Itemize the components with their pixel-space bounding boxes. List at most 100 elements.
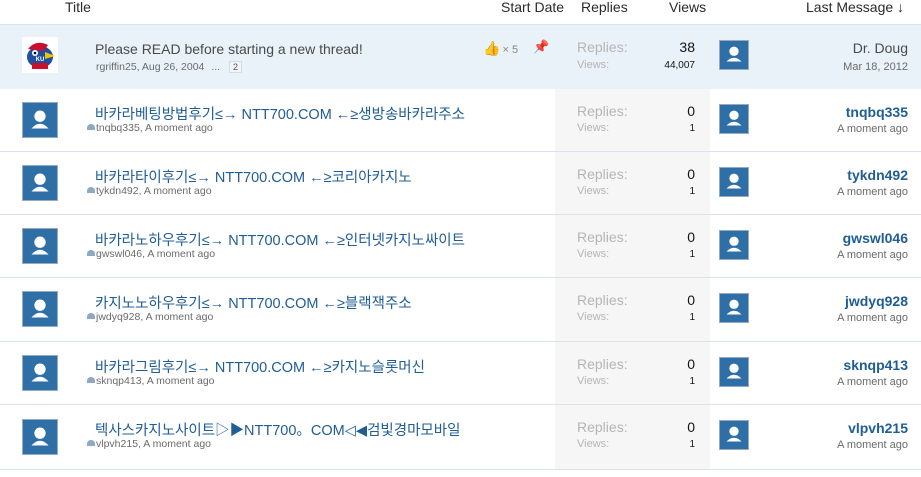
thumbs-up-icon: 👍 bbox=[483, 40, 501, 56]
thread-title-link[interactable]: 텍사스카지노사이트▷▶NTT700。COM◁◀검빛경마모바일 bbox=[95, 419, 460, 440]
views-label: Views: bbox=[577, 248, 610, 260]
likes-counter: 👍 × 5 bbox=[483, 40, 518, 57]
views-count: 1 bbox=[689, 376, 695, 387]
last-post-time[interactable]: A moment ago bbox=[837, 376, 908, 388]
views-count: 1 bbox=[689, 249, 695, 260]
default-avatar-icon bbox=[726, 46, 742, 62]
column-views[interactable]: Views bbox=[669, 0, 706, 16]
views-label: Views: bbox=[577, 438, 610, 450]
thread-meta[interactable]: vlpvh215, A moment ago bbox=[96, 438, 211, 450]
unread-indicator-icon bbox=[87, 440, 95, 446]
stats-column bbox=[555, 278, 710, 341]
default-avatar-icon bbox=[726, 299, 742, 315]
views-label: Views: bbox=[577, 311, 610, 323]
page-link[interactable]: 2 bbox=[229, 61, 243, 73]
thread-list-header: Title Start Date Replies Views Last Mess… bbox=[0, 0, 921, 24]
column-start-date[interactable]: Start Date bbox=[501, 0, 564, 16]
replies-count: 0 bbox=[687, 419, 695, 435]
last-poster-avatar[interactable] bbox=[719, 293, 749, 323]
last-post-time[interactable]: A moment ago bbox=[837, 249, 908, 261]
thread-meta[interactable]: sknqp413, A moment ago bbox=[96, 375, 215, 387]
thread-meta[interactable]: tnqbq335, A moment ago bbox=[96, 122, 213, 134]
last-poster-avatar[interactable] bbox=[719, 357, 749, 387]
last-poster-avatar[interactable] bbox=[719, 104, 749, 134]
replies-label: Replies: bbox=[577, 39, 628, 55]
thread-meta[interactable]: tykdn492, A moment ago bbox=[96, 185, 212, 197]
replies-count: 38 bbox=[679, 39, 695, 55]
thread-meta[interactable]: gwswl046, A moment ago bbox=[96, 248, 215, 260]
unread-indicator-icon bbox=[87, 250, 95, 256]
author-avatar[interactable] bbox=[22, 291, 58, 327]
thread-title-link[interactable]: 바카라베팅방법후기≤→ NTT700.COM ←≥생방송바카라주소 bbox=[95, 103, 465, 124]
likes-prefix: × bbox=[502, 44, 509, 56]
default-avatar-icon bbox=[31, 173, 49, 192]
last-post-time[interactable]: A moment ago bbox=[837, 312, 908, 324]
default-avatar-icon bbox=[31, 299, 49, 318]
replies-count: 0 bbox=[687, 356, 695, 372]
replies-label: Replies: bbox=[577, 103, 628, 119]
thread-title-link[interactable]: Please READ before starting a new thread… bbox=[95, 41, 363, 57]
stats-column bbox=[555, 89, 710, 151]
last-poster-name[interactable]: Dr. Doug bbox=[853, 40, 908, 56]
replies-count: 0 bbox=[687, 166, 695, 182]
thread-author-date[interactable]: rgriffin25, Aug 26, 2004 bbox=[96, 61, 204, 73]
last-post-time[interactable]: A moment ago bbox=[837, 123, 908, 135]
views-count: 44,007 bbox=[664, 60, 695, 71]
default-avatar-icon bbox=[31, 427, 49, 446]
stats-column bbox=[555, 342, 710, 404]
pager-ellipsis: ... bbox=[211, 61, 221, 73]
replies-count: 0 bbox=[687, 292, 695, 308]
last-poster-name[interactable]: vlpvh215 bbox=[848, 420, 908, 436]
last-poster-name[interactable]: jwdyq928 bbox=[845, 293, 908, 309]
thread-row: 바카라그림후기≤→ NTT700.COM ←≥카지노슬롯머신 sknqp413,… bbox=[0, 342, 921, 405]
last-poster-name[interactable]: sknqp413 bbox=[843, 357, 908, 373]
thread-row: 바카라노하우후기≤→ NTT700.COM ←≥인터넷카지노싸이트 gwswl0… bbox=[0, 215, 921, 278]
pin-icon: 📌 bbox=[533, 40, 550, 55]
last-post-time[interactable]: Mar 18, 2012 bbox=[843, 61, 908, 73]
stats-column bbox=[555, 405, 710, 469]
replies-label: Replies: bbox=[577, 292, 628, 308]
last-poster-name[interactable]: tykdn492 bbox=[847, 167, 908, 183]
stats-column bbox=[555, 215, 710, 277]
thread-meta[interactable]: jwdyq928, A moment ago bbox=[96, 311, 213, 323]
column-title[interactable]: Title bbox=[65, 0, 91, 16]
jayhawk-logo-icon[interactable]: KU bbox=[22, 37, 58, 73]
thread-title-link[interactable]: 바카라그림후기≤→ NTT700.COM ←≥카지노슬롯머신 bbox=[95, 356, 425, 377]
stats-column bbox=[555, 152, 710, 214]
unread-indicator-icon bbox=[87, 313, 95, 319]
column-last-message[interactable]: Last Message ↓ bbox=[806, 0, 904, 16]
views-label: Views: bbox=[577, 59, 610, 71]
default-avatar-icon bbox=[31, 236, 49, 255]
thread-row: 바카라타이후기≤→ NTT700.COM ←≥코리아카지노 tykdn492, … bbox=[0, 152, 921, 215]
column-replies[interactable]: Replies bbox=[581, 0, 628, 16]
thread-title-link[interactable]: 바카라노하우후기≤→ NTT700.COM ←≥인터넷카지노싸이트 bbox=[95, 229, 465, 250]
unread-indicator-icon bbox=[87, 187, 95, 193]
thread-title-link[interactable]: 바카라타이후기≤→ NTT700.COM ←≥코리아카지노 bbox=[95, 166, 412, 187]
thread-row: 텍사스카지노사이트▷▶NTT700。COM◁◀검빛경마모바일 vlpvh215,… bbox=[0, 405, 921, 470]
author-avatar[interactable] bbox=[22, 165, 58, 201]
default-avatar-icon bbox=[726, 173, 742, 189]
default-avatar-icon bbox=[31, 363, 49, 382]
views-count: 1 bbox=[689, 439, 695, 450]
last-poster-avatar[interactable] bbox=[719, 167, 749, 197]
last-poster-avatar[interactable] bbox=[719, 230, 749, 260]
thread-row: 바카라베팅방법후기≤→ NTT700.COM ←≥생방송바카라주소 tnqbq3… bbox=[0, 89, 921, 152]
views-count: 1 bbox=[689, 186, 695, 197]
last-poster-avatar[interactable] bbox=[719, 420, 749, 450]
last-poster-name[interactable]: gwswl046 bbox=[843, 230, 908, 246]
thread-title-link[interactable]: 카지노노하우후기≤→ NTT700.COM ←≥블랙잭주소 bbox=[95, 292, 412, 313]
author-avatar[interactable] bbox=[22, 355, 58, 391]
views-label: Views: bbox=[577, 185, 610, 197]
last-poster-avatar[interactable] bbox=[719, 40, 749, 70]
last-poster-name[interactable]: tnqbq335 bbox=[846, 104, 908, 120]
replies-label: Replies: bbox=[577, 229, 628, 245]
last-post-time[interactable]: A moment ago bbox=[837, 186, 908, 198]
last-post-time[interactable]: A moment ago bbox=[837, 439, 908, 451]
author-avatar[interactable] bbox=[22, 419, 58, 455]
default-avatar-icon bbox=[726, 426, 742, 442]
author-avatar[interactable] bbox=[22, 228, 58, 264]
unread-indicator-icon bbox=[87, 377, 95, 383]
stats-column bbox=[555, 25, 710, 89]
default-avatar-icon bbox=[726, 363, 742, 379]
author-avatar[interactable] bbox=[22, 102, 58, 138]
